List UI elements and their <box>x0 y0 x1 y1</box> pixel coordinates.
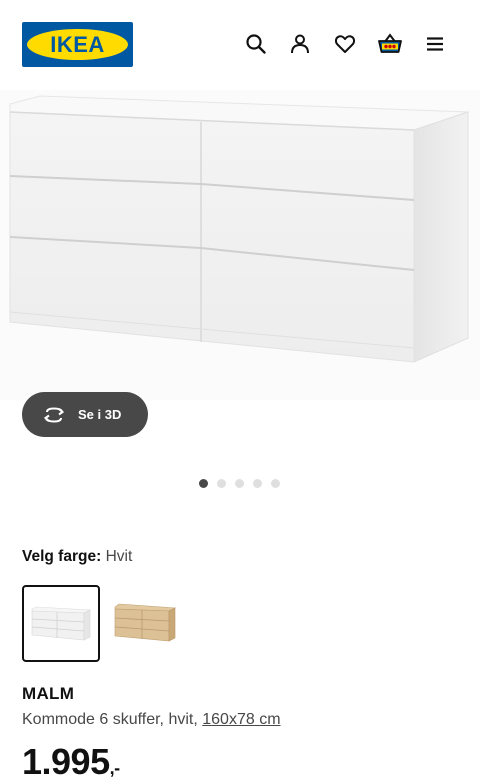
view-in-3d-button[interactable]: Se i 3D <box>22 392 148 437</box>
carousel-dot-4[interactable] <box>253 479 262 488</box>
carousel-dot-3[interactable] <box>235 479 244 488</box>
product-name: MALM <box>22 684 75 703</box>
color-swatch-oak[interactable] <box>105 585 183 662</box>
logo-text: IKEA <box>50 32 105 57</box>
search-icon[interactable] <box>242 30 270 58</box>
carousel-dots <box>0 479 480 491</box>
product-dimensions-link[interactable]: 160x78 cm <box>202 711 280 728</box>
oak-dresser-thumbnail <box>114 603 177 642</box>
price-amount: 1.995 <box>22 741 110 781</box>
shopping-basket-icon[interactable] <box>376 30 404 58</box>
user-icon[interactable] <box>286 30 314 58</box>
color-label-title: Velg farge: <box>22 548 102 565</box>
white-dresser-thumbnail <box>31 606 92 641</box>
product-image[interactable] <box>0 90 480 400</box>
carousel-dot-2[interactable] <box>217 479 226 488</box>
color-swatch-white[interactable] <box>22 585 100 662</box>
heart-icon[interactable] <box>331 30 359 58</box>
logo-oval: IKEA <box>27 29 128 60</box>
rotate-3d-icon <box>43 406 65 423</box>
menu-icon[interactable] <box>421 30 449 58</box>
dresser-illustration <box>9 95 469 363</box>
carousel-dot-5[interactable] <box>271 479 280 488</box>
color-label-value: Hvit <box>105 548 133 565</box>
product-description-text: Kommode 6 skuffer, hvit, <box>22 711 198 728</box>
price-suffix: ,- <box>109 758 121 778</box>
color-chooser-label: Velg farge: Hvit <box>22 548 132 566</box>
site-header: IKEA <box>0 0 480 90</box>
product-description: Kommode 6 skuffer, hvit, 160x78 cm <box>22 711 281 729</box>
carousel-dot-1[interactable] <box>199 479 208 488</box>
ikea-logo[interactable]: IKEA <box>22 22 133 67</box>
view-in-3d-label: Se i 3D <box>78 407 122 422</box>
product-price: 1.995,- <box>22 741 120 781</box>
